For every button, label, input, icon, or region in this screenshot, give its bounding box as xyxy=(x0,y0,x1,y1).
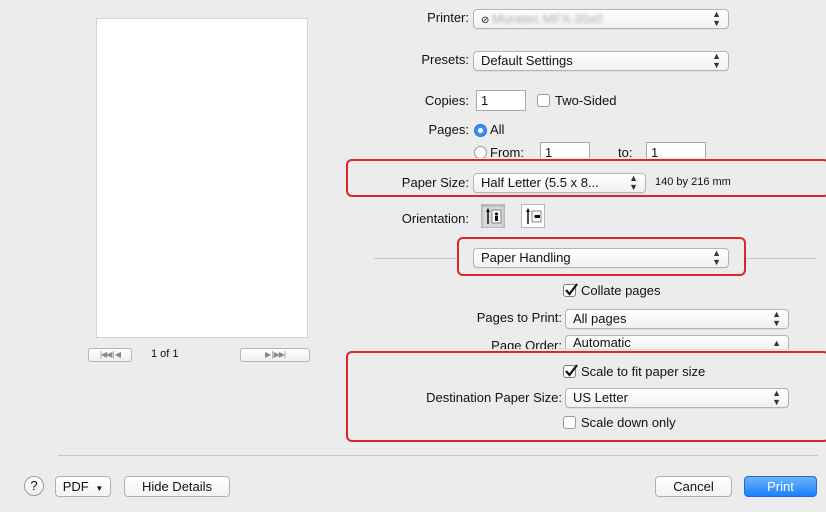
pages-all-radio[interactable] xyxy=(474,124,487,137)
checkmark-icon xyxy=(565,283,578,296)
popup-arrows-icon: ▲ ▼ xyxy=(772,309,781,328)
printer-popup[interactable]: ⊘ Muratec MFX-35x0 ▲ ▼ xyxy=(473,9,729,29)
pages-to-print-value: All pages xyxy=(573,311,627,326)
popup-arrows-icon: ▲ ▼ xyxy=(712,51,721,70)
popup-arrows-icon: ▲ ▼ xyxy=(712,9,721,28)
popup-arrows-icon: ▲ xyxy=(772,337,781,348)
hide-details-button[interactable]: Hide Details xyxy=(124,476,230,497)
pages-from-field[interactable]: 1 xyxy=(540,142,590,158)
page-order-value: Automatic xyxy=(573,335,631,349)
help-button[interactable]: ? xyxy=(24,476,44,496)
presets-popup[interactable]: Default Settings ▲ ▼ xyxy=(473,51,729,71)
pages-to-print-popup[interactable]: All pages ▲ ▼ xyxy=(565,309,789,329)
printer-status-icon: ⊘ xyxy=(481,15,493,26)
pages-label: Pages: xyxy=(428,122,469,137)
preview-next-last-buttons[interactable]: ▶ | ▶▶| xyxy=(240,348,310,362)
presets-label: Presets: xyxy=(421,52,469,67)
printer-name: Muratec MFX-35x0 xyxy=(492,11,603,26)
collate-pages-label: Collate pages xyxy=(581,283,661,298)
print-button[interactable]: Print xyxy=(744,476,817,497)
pages-range-row: From: 1 to: 1 xyxy=(460,141,720,158)
pages-from-radio[interactable] xyxy=(474,146,487,158)
dropdown-arrow-icon: ▼ xyxy=(95,484,104,493)
pages-all-label: All xyxy=(490,122,505,137)
landscape-orientation-button[interactable] xyxy=(521,204,545,228)
pdf-label: PDF xyxy=(62,479,89,494)
preview-first-prev-buttons[interactable]: |◀◀ | ◀ xyxy=(88,348,132,362)
portrait-orientation-button[interactable] xyxy=(481,204,505,228)
page-order-popup[interactable]: Automatic ▲ xyxy=(565,335,789,349)
paper-handling-highlight xyxy=(457,237,746,276)
orientation-label: Orientation: xyxy=(401,211,469,226)
pages-to-label: to: xyxy=(618,145,633,158)
copies-label: Copies: xyxy=(424,93,469,108)
footer-separator xyxy=(58,455,818,456)
landscape-person-icon xyxy=(526,208,542,224)
pages-to-field[interactable]: 1 xyxy=(646,142,706,158)
pages-to-print-label: Pages to Print: xyxy=(476,310,562,325)
help-icon: ? xyxy=(30,478,38,493)
printer-label: Printer: xyxy=(427,10,469,25)
collate-pages-checkbox[interactable] xyxy=(563,283,578,297)
pages-from-label: From: xyxy=(490,145,524,158)
page-order-label: Page Order: xyxy=(491,338,562,349)
cancel-button[interactable]: Cancel xyxy=(655,476,732,497)
presets-value: Default Settings xyxy=(481,53,573,68)
pdf-menu-button[interactable]: PDF ▼ xyxy=(55,476,111,497)
section-separator-left xyxy=(374,258,458,259)
scaling-highlight xyxy=(346,351,826,442)
two-sided-label: Two-Sided xyxy=(555,93,617,108)
section-separator-right xyxy=(743,258,817,259)
portrait-person-icon xyxy=(486,208,502,224)
paper-size-highlight xyxy=(346,159,826,197)
print-preview-page xyxy=(96,18,308,338)
two-sided-checkbox[interactable] xyxy=(537,94,550,107)
copies-field[interactable]: 1 xyxy=(476,90,526,111)
page-indicator: 1 of 1 xyxy=(151,348,179,360)
